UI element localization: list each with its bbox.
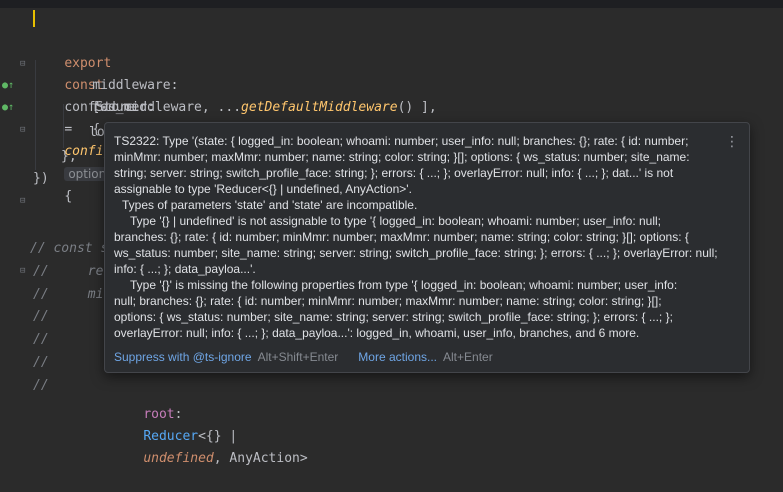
shortcut-label: Alt+Enter <box>443 350 493 364</box>
code-line[interactable]: ●↑ ⊟ reducer: { <box>0 75 783 137</box>
type-name: Reducer <box>143 429 199 444</box>
comment: // <box>33 332 49 347</box>
suppress-ts-ignore-link[interactable]: Suppress with @ts-ignore <box>114 350 252 364</box>
more-actions-link[interactable]: More actions... <box>358 350 437 364</box>
colon: : <box>174 407 183 422</box>
code-line[interactable]: ⊟ export const confStore = configureStor… <box>0 31 783 204</box>
property-key: root <box>143 407 175 422</box>
fold-icon[interactable]: ⊟ <box>20 190 25 212</box>
error-line: Type '{} | undefined' is not assignable … <box>130 214 662 228</box>
error-line: overlayError: null; info: { ...; }; data… <box>114 326 640 340</box>
error-line: minMmr: number; maxMmr: number; name: st… <box>114 150 690 164</box>
code-text: }) <box>33 171 49 186</box>
error-line: branches: {}; rate: { id: number; minMmr… <box>114 230 689 244</box>
shortcut-label: Alt+Shift+Enter <box>257 350 339 364</box>
text-caret <box>33 10 35 27</box>
error-line: null; branches: {}; rate: { id: number; … <box>114 294 662 308</box>
comment: // red <box>33 264 112 279</box>
brace: { <box>64 189 73 204</box>
error-line: Types of parameters 'state' and 'state' … <box>122 198 418 212</box>
error-tooltip[interactable]: ⋮ TS2322: Type '(state: { logged_in: boo… <box>104 122 750 373</box>
comment: // <box>33 309 49 324</box>
error-line: options: { ws_status: number; site_name:… <box>114 310 673 324</box>
error-line: string; server: string; switch_profile_f… <box>114 166 674 180</box>
comment: // <box>33 355 49 370</box>
code-text: }, <box>61 149 77 164</box>
editor-top-bar <box>0 0 783 8</box>
comment: // mid <box>33 287 112 302</box>
error-line: TS2322: Type '(state: { logged_in: boole… <box>114 134 689 148</box>
error-line: ws_status: number; site_name: string; se… <box>114 246 718 260</box>
error-message: TS2322: Type '(state: { logged_in: boole… <box>114 133 729 341</box>
code-line[interactable]: root: rootReducer, <box>0 98 783 160</box>
code-text: lo <box>89 125 105 140</box>
type-text: <{} | <box>198 429 238 444</box>
type-text: , AnyAction> <box>213 451 308 466</box>
code-line[interactable]: ●↑ middleware: [ws_middleware, ...getDef… <box>0 53 783 115</box>
error-line: assignable to type 'Reducer<{} | undefin… <box>114 182 412 196</box>
quick-fix-actions: Suppress with @ts-ignore Alt+Shift+Enter M… <box>114 349 513 365</box>
error-line: Type '{}' is missing the following prope… <box>130 278 678 292</box>
code-line[interactable]: root: Reducer<{} | undefined, AnyAction> <box>0 382 783 466</box>
error-line: info: { ...; }; data_payloa...'. <box>114 262 256 276</box>
keyword: undefined <box>143 451 214 466</box>
comment: // const s <box>30 241 109 256</box>
